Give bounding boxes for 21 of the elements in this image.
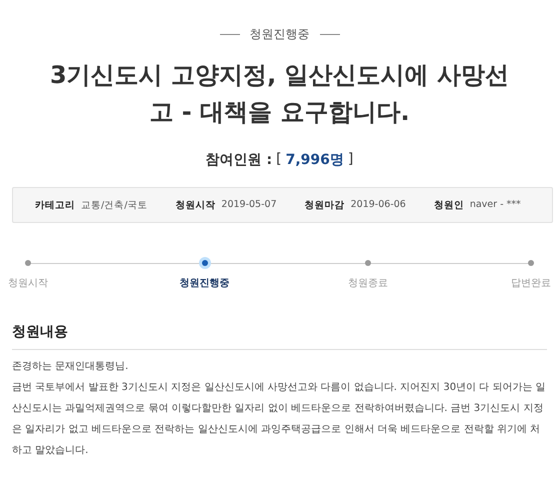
info-label: 청원인 — [434, 198, 464, 212]
info-label: 카테고리 — [35, 198, 75, 212]
info-value: naver - *** — [470, 198, 521, 212]
bracket: [ — [276, 151, 282, 169]
info-value: 2019-06-06 — [350, 198, 406, 212]
body-paragraph: 존경하는 문재인대통령님. — [12, 360, 130, 374]
info-value: 2019-05-07 — [221, 198, 277, 212]
info-value: 교통/건축/국토 — [81, 198, 148, 212]
step-label: 청원시작 — [8, 277, 48, 290]
step-label: 답변완료 — [510, 277, 551, 290]
participant-count: 7,996명 — [286, 151, 344, 169]
status-label: 청원진행중 — [250, 26, 310, 43]
section-heading: 청원내용 — [12, 323, 547, 350]
step-label: 청원진행중 — [180, 277, 230, 290]
info-label: 청원시작 — [175, 198, 216, 212]
body-paragraph: 금번 국토부에서 발표한 3기신도시 지정은 일산신도시에 사망선고와 다름이 없습니다. 지어진지 30년이 다 되어가는 일산신도시는 과밀억제권역으로 묶여 이렇다할만한 일자리 없이 베드타운으로 전락하여버렸습니다. 금번 3기신도시 지정은 일자리가 없고 베드타운으로 전락하는 일산신도시에 과잉주택공급으로 인해서 더욱 베드타운으로 전락할 위기에 처하고 말았습니다. — [12, 381, 547, 458]
bracket: ] — [348, 151, 354, 169]
petition-title: 3기신도시 고양지정, 일산신도시에 사망선고 - 대책을 요구합니다. — [49, 60, 510, 128]
step-label: 청원종료 — [348, 277, 388, 290]
participants-label: 참여인원 : — [206, 151, 272, 169]
info-label: 청원마감 — [304, 198, 345, 212]
